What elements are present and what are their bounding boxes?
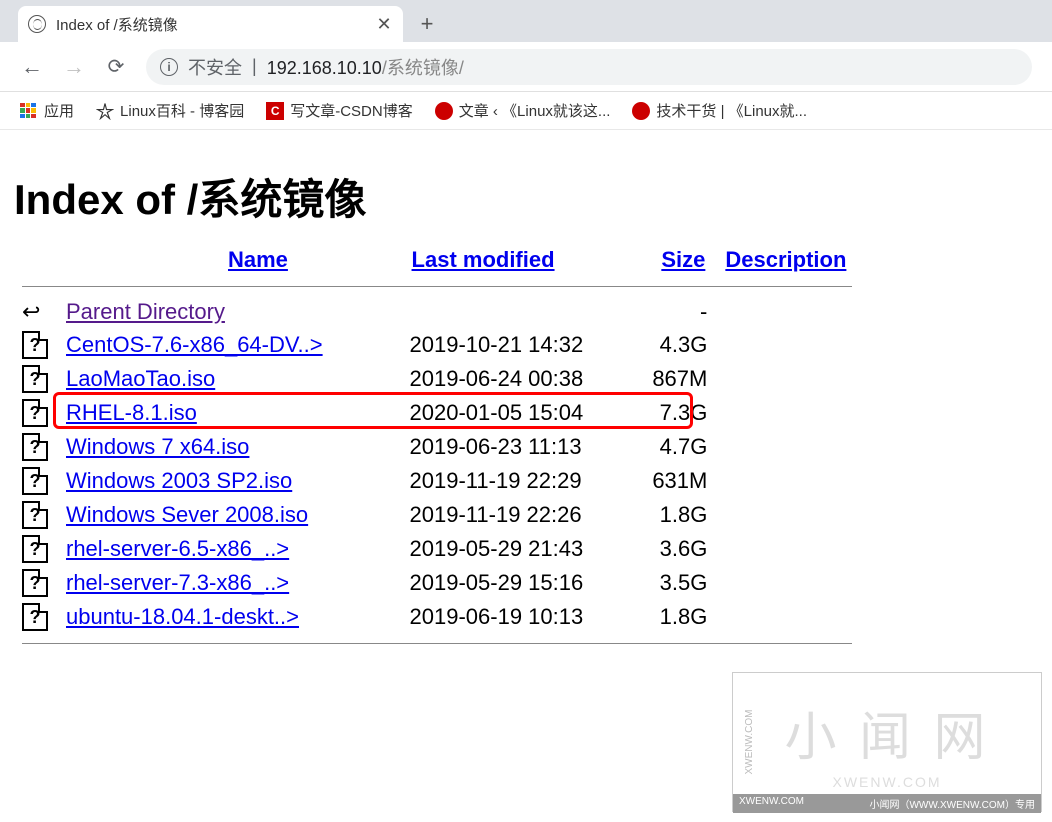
bookmark-item[interactable]: 文章 ‹ 《Linux就该这... [435, 100, 611, 121]
separator: | [252, 56, 257, 77]
file-link[interactable]: rhel-server-6.5-x86_..> [66, 536, 289, 561]
table-row: ? RHEL-8.1.iso 2020-01-05 15:04 7.3G [14, 396, 860, 430]
file-icon: ? [22, 535, 48, 563]
file-size: 3.5G [643, 566, 716, 600]
watermark-side: XWENW.COM [744, 710, 755, 775]
apps-button[interactable]: 应用 [20, 100, 74, 121]
table-row: ? Windows 2003 SP2.iso 2019-11-19 22:29 … [14, 464, 860, 498]
file-icon: ? [22, 399, 48, 427]
file-link[interactable]: CentOS-7.6-x86_64-DV..> [66, 332, 323, 357]
browser-tab[interactable]: Index of /系统镜像 ✕ [18, 6, 403, 42]
new-tab-button[interactable]: + [411, 8, 443, 40]
table-row: ? rhel-server-7.3-x86_..> 2019-05-29 15:… [14, 566, 860, 600]
sort-size[interactable]: Size [661, 247, 705, 272]
file-size: 4.3G [643, 328, 716, 362]
info-icon[interactable]: i [160, 58, 178, 76]
file-size: 631M [643, 464, 716, 498]
file-link[interactable]: LaoMaoTao.iso [66, 366, 215, 391]
page-title: Index of /系统镜像 [14, 166, 1038, 227]
file-modified: 2020-01-05 15:04 [402, 396, 643, 430]
close-tab-button[interactable]: ✕ [375, 15, 393, 33]
file-modified: 2019-11-19 22:29 [402, 464, 643, 498]
parent-directory-link[interactable]: Parent Directory [66, 299, 225, 324]
bookmark-label: 技术干货 | 《Linux就... [656, 100, 807, 121]
file-icon: ? [22, 433, 48, 461]
url-domain: 192.168.10.10 [267, 58, 382, 78]
file-icon: ? [22, 501, 48, 529]
divider [22, 643, 852, 644]
browser-toolbar: ← → ⟳ i 不安全 | 192.168.10.10/系统镜像/ [0, 42, 1052, 92]
file-size: 4.7G [643, 430, 716, 464]
file-link[interactable]: Windows Sever 2008.iso [66, 502, 308, 527]
globe-icon [28, 15, 46, 33]
address-bar[interactable]: i 不安全 | 192.168.10.10/系统镜像/ [146, 49, 1032, 85]
page-content: Index of /系统镜像 Name Last modified Size D… [0, 130, 1052, 673]
bookmark-item[interactable]: 技术干货 | 《Linux就... [632, 100, 807, 121]
file-modified: 2019-06-24 00:38 [402, 362, 643, 396]
file-icon: ? [22, 569, 48, 597]
file-icon: ? [22, 365, 48, 393]
insecure-badge: 不安全 [188, 54, 242, 80]
file-size: 1.8G [643, 498, 716, 532]
file-link[interactable]: Windows 2003 SP2.iso [66, 468, 292, 493]
tab-bar: Index of /系统镜像 ✕ + [0, 0, 1052, 42]
divider [22, 286, 852, 287]
file-icon: ? [22, 467, 48, 495]
apps-label: 应用 [44, 100, 74, 121]
file-modified: 2019-06-19 10:13 [402, 600, 643, 634]
watermark-big: 小 闻 网 [785, 695, 990, 770]
table-row: ? ubuntu-18.04.1-deskt..> 2019-06-19 10:… [14, 600, 860, 634]
file-modified: 2019-10-21 14:32 [402, 328, 643, 362]
table-row: ? Windows 7 x64.iso 2019-06-23 11:13 4.7… [14, 430, 860, 464]
watermark-bottom: XWENW.COM 小闻网（WWW.XWENW.COM）专用 [733, 794, 1041, 813]
bookmark-icon [632, 102, 650, 120]
bookmark-icon [96, 102, 114, 120]
file-icon: ? [22, 331, 48, 359]
file-size: 7.3G [643, 396, 716, 430]
file-link[interactable]: Windows 7 x64.iso [66, 434, 249, 459]
sort-name[interactable]: Name [228, 247, 288, 272]
back-button[interactable]: ← [20, 55, 44, 79]
apps-grid-icon [20, 103, 36, 119]
table-row: ? CentOS-7.6-x86_64-DV..> 2019-10-21 14:… [14, 328, 860, 362]
parent-directory-row: ↩ Parent Directory - [14, 296, 860, 328]
bookmark-label: Linux百科 - 博客园 [120, 100, 244, 121]
file-size: 3.6G [643, 532, 716, 566]
file-link[interactable]: ubuntu-18.04.1-deskt..> [66, 604, 299, 629]
bookmarks-bar: 应用 Linux百科 - 博客园 C 写文章-CSDN博客 文章 ‹ 《Linu… [0, 92, 1052, 130]
reload-button[interactable]: ⟳ [104, 55, 128, 79]
bookmark-icon: C [266, 102, 284, 120]
tab-title: Index of /系统镜像 [56, 14, 365, 35]
file-link[interactable]: RHEL-8.1.iso [66, 400, 197, 425]
sort-modified[interactable]: Last modified [412, 247, 555, 272]
file-modified: 2019-11-19 22:26 [402, 498, 643, 532]
url-path: /系统镜像/ [382, 58, 464, 78]
file-size: 867M [643, 362, 716, 396]
file-modified: 2019-05-29 21:43 [402, 532, 643, 566]
directory-listing-table: Name Last modified Size Description ↩ Pa… [14, 243, 860, 653]
watermark-small: XWENW.COM [833, 774, 942, 790]
table-row: ? LaoMaoTao.iso 2019-06-24 00:38 867M [14, 362, 860, 396]
bookmark-item[interactable]: Linux百科 - 博客园 [96, 100, 244, 121]
bookmark-icon [435, 102, 453, 120]
back-arrow-icon: ↩ [22, 300, 50, 324]
forward-button: → [62, 55, 86, 79]
bookmark-label: 文章 ‹ 《Linux就该这... [459, 100, 611, 121]
bookmark-label: 写文章-CSDN博客 [290, 100, 413, 121]
watermark: XWENW.COM 小 闻 网 XWENW.COM XWENW.COM 小闻网（… [732, 672, 1042, 812]
file-icon: ? [22, 603, 48, 631]
file-modified: 2019-06-23 11:13 [402, 430, 643, 464]
table-row: ? Windows Sever 2008.iso 2019-11-19 22:2… [14, 498, 860, 532]
file-link[interactable]: rhel-server-7.3-x86_..> [66, 570, 289, 595]
sort-description[interactable]: Description [725, 247, 846, 272]
file-size: 1.8G [643, 600, 716, 634]
file-modified: 2019-05-29 15:16 [402, 566, 643, 600]
table-row: ? rhel-server-6.5-x86_..> 2019-05-29 21:… [14, 532, 860, 566]
bookmark-item[interactable]: C 写文章-CSDN博客 [266, 100, 413, 121]
parent-size: - [643, 296, 716, 328]
